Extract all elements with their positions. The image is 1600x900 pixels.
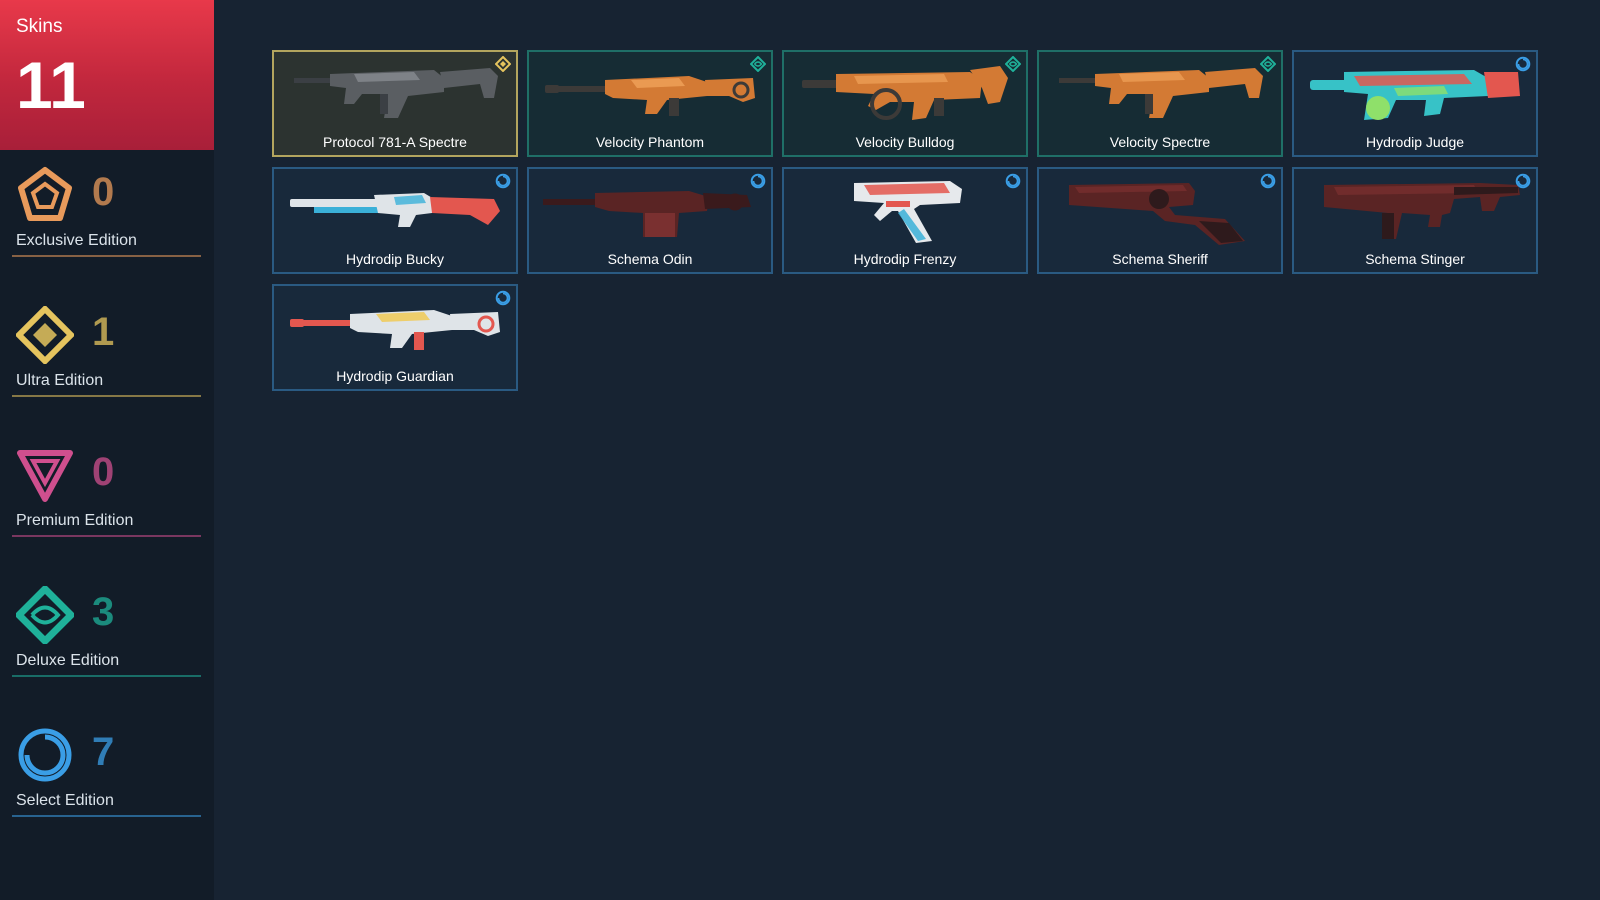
tier-label: Select Edition	[16, 792, 114, 809]
weapon-image	[284, 58, 506, 128]
skin-card[interactable]: Schema Stinger	[1292, 167, 1538, 274]
select-edition-icon	[750, 173, 766, 189]
skin-name: Schema Odin	[607, 251, 693, 267]
skins-total-count: 11	[16, 48, 86, 122]
tier-label: Premium Edition	[16, 512, 134, 529]
tier-count: 3	[92, 590, 115, 634]
tier-filter-select[interactable]: 7 Select Edition	[0, 726, 214, 836]
tier-count: 1	[92, 310, 115, 354]
weapon-image	[539, 175, 761, 245]
tier-count: 0	[92, 170, 115, 214]
weapon-image	[284, 292, 506, 362]
skin-name: Schema Sheriff	[1112, 251, 1208, 267]
deluxe-edition-icon	[1005, 56, 1021, 72]
weapon-image	[539, 58, 761, 128]
select-edition-icon	[16, 726, 74, 784]
tier-filter-deluxe[interactable]: 3 Deluxe Edition	[0, 586, 214, 696]
tier-divider	[12, 395, 201, 397]
weapon-image	[1049, 175, 1271, 245]
skin-card[interactable]: Protocol 781-A Spectre	[272, 50, 518, 157]
skin-card[interactable]: Hydrodip Bucky	[272, 167, 518, 274]
weapon-image	[794, 58, 1016, 128]
tier-filter-premium[interactable]: 0 Premium Edition	[0, 446, 214, 556]
select-edition-icon	[495, 173, 511, 189]
skin-card[interactable]: Schema Odin	[527, 167, 773, 274]
tier-divider	[12, 255, 201, 257]
weapon-image	[1049, 58, 1271, 128]
ultra-edition-icon	[495, 56, 511, 72]
skin-card[interactable]: Hydrodip Judge	[1292, 50, 1538, 157]
tier-divider	[12, 815, 201, 817]
select-edition-icon	[1515, 173, 1531, 189]
weapon-image	[1304, 175, 1526, 245]
skin-name: Velocity Spectre	[1109, 134, 1211, 150]
skin-card[interactable]: Velocity Spectre	[1037, 50, 1283, 157]
weapon-image	[794, 175, 1016, 245]
skin-card[interactable]: Velocity Phantom	[527, 50, 773, 157]
tier-count: 7	[92, 730, 115, 774]
tier-filter-exclusive[interactable]: 0 Exclusive Edition	[0, 166, 214, 276]
select-edition-icon	[1260, 173, 1276, 189]
tier-divider	[12, 535, 201, 537]
weapon-image	[284, 175, 506, 245]
premium-edition-icon	[16, 446, 74, 504]
skin-name: Hydrodip Guardian	[336, 368, 454, 384]
tier-label: Deluxe Edition	[16, 652, 120, 669]
deluxe-edition-icon	[1260, 56, 1276, 72]
weapon-image	[1304, 58, 1526, 128]
select-edition-icon	[495, 290, 511, 306]
skin-name: Hydrodip Frenzy	[853, 251, 957, 267]
tier-count: 0	[92, 450, 115, 494]
skin-card[interactable]: Hydrodip Frenzy	[782, 167, 1028, 274]
skin-name: Schema Stinger	[1365, 251, 1465, 267]
skin-grid: Protocol 781-A Spectre Velocity Phantom …	[272, 50, 1544, 391]
skin-name: Hydrodip Bucky	[345, 251, 445, 267]
tier-divider	[12, 675, 201, 677]
skin-card[interactable]: Velocity Bulldog	[782, 50, 1028, 157]
skin-card[interactable]: Hydrodip Guardian	[272, 284, 518, 391]
select-edition-icon	[1005, 173, 1021, 189]
skin-name: Velocity Bulldog	[855, 134, 955, 150]
tier-label: Ultra Edition	[16, 372, 104, 389]
tier-filter-ultra[interactable]: 1 Ultra Edition	[0, 306, 214, 416]
skin-card[interactable]: Schema Sheriff	[1037, 167, 1283, 274]
deluxe-edition-icon	[750, 56, 766, 72]
deluxe-edition-icon	[16, 586, 74, 644]
exclusive-edition-icon	[16, 166, 74, 224]
skin-name: Protocol 781-A Spectre	[323, 134, 467, 150]
skin-name: Velocity Phantom	[595, 134, 705, 150]
tier-label: Exclusive Edition	[16, 232, 137, 249]
edition-sidebar: Skins 11 0 Exclusive Edition 1 Ultra Edi…	[0, 0, 214, 900]
select-edition-icon	[1515, 56, 1531, 72]
skin-name: Hydrodip Judge	[1365, 134, 1465, 150]
ultra-edition-icon	[16, 306, 74, 364]
skins-total-label: Skins	[16, 16, 63, 37]
skins-total-card[interactable]: Skins 11	[0, 0, 214, 150]
